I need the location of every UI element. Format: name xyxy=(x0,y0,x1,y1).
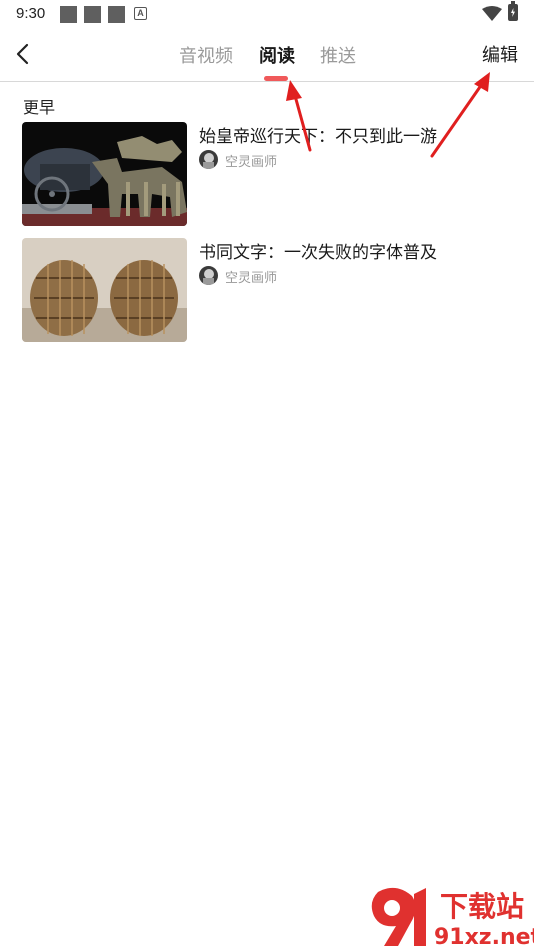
article-title: 始皇帝巡行天下：不只到此一游 xyxy=(199,127,437,147)
header-bar: 音视频 阅读 推送 编辑 xyxy=(0,28,534,82)
watermark-logo: 下载站 91xz.net xyxy=(360,880,534,950)
wifi-icon xyxy=(482,6,502,21)
author-avatar xyxy=(199,150,218,169)
terracotta-chariot-image xyxy=(22,122,187,226)
list-item[interactable]: 书同文字：一次失败的字体普及 空灵画师 xyxy=(22,238,512,342)
battery-charging-icon xyxy=(508,1,518,21)
bamboo-slips-image xyxy=(22,238,187,342)
notification-square-icon xyxy=(60,6,77,23)
status-time: 9:30 xyxy=(16,5,46,22)
chevron-left-icon[interactable] xyxy=(12,42,36,66)
list-item[interactable]: 始皇帝巡行天下：不只到此一游 空灵画师 xyxy=(22,122,512,226)
status-bar: 9:30 A xyxy=(0,0,534,28)
tab-push[interactable]: 推送 xyxy=(320,42,356,68)
watermark-brand-cn: 下载站 xyxy=(440,890,524,923)
article-title: 书同文字：一次失败的字体普及 xyxy=(199,243,437,263)
author-avatar xyxy=(199,266,218,285)
section-title: 更早 xyxy=(23,98,56,117)
active-tab-indicator xyxy=(264,76,288,81)
tab-audio-video[interactable]: 音视频 xyxy=(179,42,233,68)
tab-reading[interactable]: 阅读 xyxy=(259,42,295,68)
notification-square-icon xyxy=(84,6,101,23)
author-name: 空灵画师 xyxy=(225,155,278,170)
notification-square-icon xyxy=(108,6,125,23)
watermark-url: 91xz.net xyxy=(434,925,534,950)
edit-button[interactable]: 编辑 xyxy=(482,41,518,67)
a-badge-icon: A xyxy=(134,7,147,20)
author-name: 空灵画师 xyxy=(225,271,278,286)
